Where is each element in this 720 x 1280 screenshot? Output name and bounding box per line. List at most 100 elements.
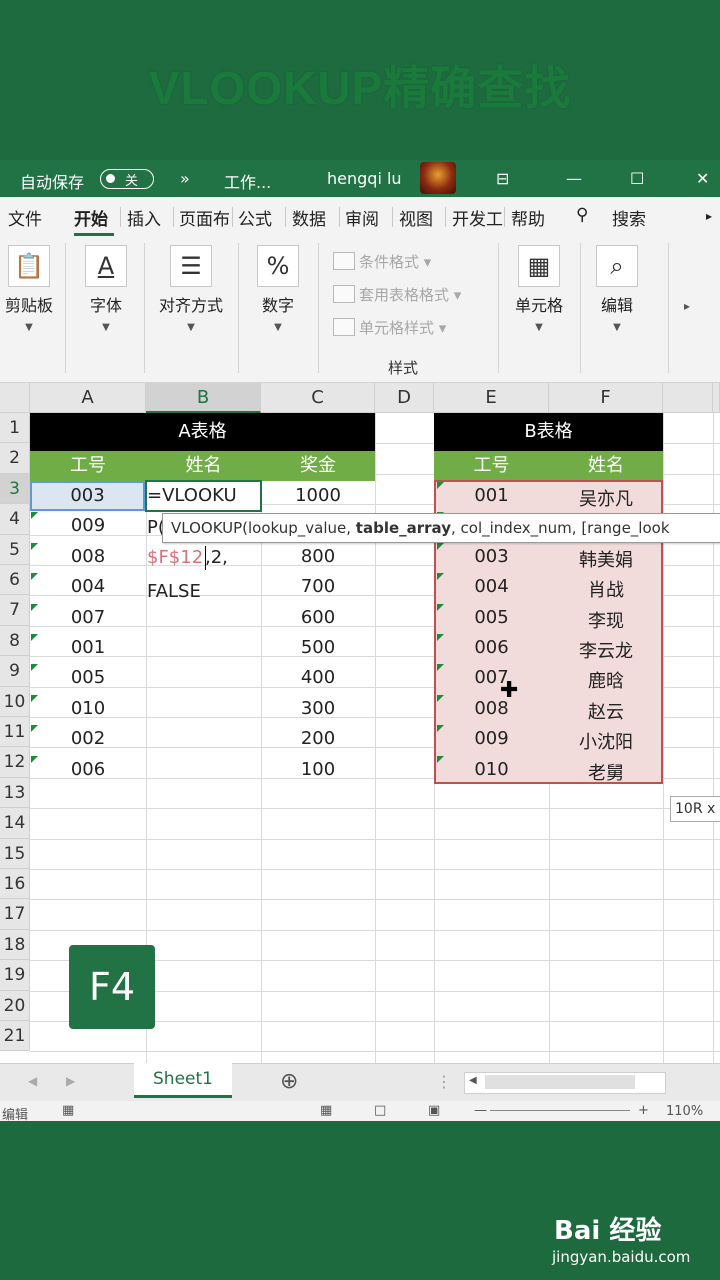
column-header-c[interactable]: C [261, 383, 375, 413]
table-b-name-cell[interactable]: 鹿晗 [549, 667, 663, 693]
row-header[interactable]: 10 [0, 686, 30, 717]
table-b-id-cell[interactable]: 007 [434, 667, 549, 688]
table-b-id-cell[interactable]: 008 [434, 698, 549, 719]
table-b-id-cell[interactable]: 001 [434, 485, 549, 506]
tab-formulas[interactable]: 公式 [238, 205, 272, 230]
ribbon-scroll-right-icon[interactable]: ▸ [684, 299, 690, 313]
row-header[interactable]: 18 [0, 929, 30, 961]
user-name[interactable]: hengqi lu [327, 169, 402, 188]
table-b-id-cell[interactable]: 010 [434, 759, 549, 780]
function-argument-tooltip[interactable]: VLOOKUP(lookup_value, table_array, col_i… [162, 513, 720, 543]
table-a-id-cell[interactable]: 009 [30, 515, 146, 536]
row-header[interactable]: 12 [0, 747, 30, 778]
tab-insert[interactable]: 插入 [127, 205, 161, 230]
column-header-e[interactable]: E [434, 383, 549, 413]
row-header[interactable]: 11 [0, 717, 30, 748]
table-b-name-cell[interactable]: 李现 [549, 607, 663, 633]
table-b-name-cell[interactable]: 韩美娟 [549, 546, 663, 572]
zoom-out-icon[interactable]: — [474, 1103, 487, 1118]
cells-group[interactable]: ▦ 单元格 ▼ [508, 237, 570, 333]
table-a-id-cell[interactable]: 002 [30, 728, 146, 749]
sheet-tab-sheet1[interactable]: Sheet1 [134, 1063, 232, 1098]
table-a-id-cell[interactable]: 008 [30, 546, 146, 567]
tell-me-search[interactable]: 搜索 [612, 205, 646, 230]
tab-view[interactable]: 视图 [399, 205, 433, 230]
table-b-id-cell[interactable]: 004 [434, 576, 549, 597]
autosave-toggle[interactable]: 关 [100, 169, 154, 189]
row-header[interactable]: 4 [0, 504, 30, 535]
close-icon[interactable]: ✕ [696, 169, 709, 188]
table-a-bonus-cell[interactable]: 1000 [261, 485, 375, 506]
prev-sheet-icon[interactable]: ◀ [28, 1074, 37, 1088]
file-name[interactable]: 工作... [224, 169, 271, 193]
table-b-name-cell[interactable]: 赵云 [549, 698, 663, 724]
table-b-id-cell[interactable]: 006 [434, 637, 549, 658]
add-sheet-icon[interactable]: ⊕ [280, 1069, 298, 1094]
table-b-name-cell[interactable]: 小沈阳 [549, 728, 663, 754]
row-header[interactable]: 8 [0, 625, 30, 657]
table-a-id-cell[interactable]: 007 [30, 607, 146, 628]
row-header[interactable]: 16 [0, 869, 30, 900]
table-a-id-cell[interactable]: 005 [30, 667, 146, 688]
column-header-d[interactable]: D [375, 383, 434, 413]
editing-group[interactable]: ⌕ 编辑 ▼ [590, 237, 644, 333]
table-a-bonus-cell[interactable]: 500 [261, 637, 375, 658]
tab-page-layout[interactable]: 页面布 [179, 205, 230, 230]
zoom-level[interactable]: 110% [666, 1104, 703, 1119]
table-a-bonus-cell[interactable]: 100 [261, 759, 375, 780]
scrollbar-thumb[interactable] [485, 1075, 635, 1089]
macro-record-icon[interactable]: ▦ [62, 1103, 74, 1118]
table-a-id-cell[interactable]: 010 [30, 698, 146, 719]
row-header[interactable]: 19 [0, 960, 30, 991]
next-sheet-icon[interactable]: ▶ [66, 1074, 75, 1088]
table-a-bonus-cell[interactable]: 400 [261, 667, 375, 688]
row-header[interactable]: 14 [0, 808, 30, 839]
table-b-name-cell[interactable]: 肖战 [549, 576, 663, 602]
tab-review[interactable]: 审阅 [345, 205, 379, 230]
alignment-group[interactable]: ☰ 对齐方式 ▼ [152, 237, 230, 333]
row-header[interactable]: 1 [0, 413, 30, 444]
tabs-scroll-right-icon[interactable]: ▸ [706, 209, 712, 223]
table-b-name-cell[interactable]: 老舅 [549, 759, 663, 785]
ribbon-display-icon[interactable]: ⊟ [496, 169, 509, 188]
row-header[interactable]: 13 [0, 777, 30, 809]
zoom-slider[interactable] [490, 1110, 630, 1111]
user-avatar[interactable] [420, 162, 456, 194]
qat-more-icon[interactable]: » [180, 169, 190, 188]
row-header[interactable]: 5 [0, 534, 30, 565]
page-layout-view-icon[interactable]: □ [374, 1103, 386, 1118]
table-b-id-cell[interactable]: 003 [434, 546, 549, 567]
number-group[interactable]: % 数字 ▼ [250, 237, 306, 333]
tab-home[interactable]: 开始 [74, 205, 108, 230]
search-icon[interactable]: ⚲ [576, 205, 588, 225]
row-header[interactable]: 2 [0, 443, 30, 474]
table-a-bonus-cell[interactable]: 800 [261, 546, 375, 567]
table-a-bonus-cell[interactable]: 300 [261, 698, 375, 719]
scroll-left-icon[interactable]: ◀ [469, 1075, 477, 1086]
clipboard-group[interactable]: 📋 剪贴板 ▼ [0, 237, 58, 333]
row-header[interactable]: 6 [0, 565, 30, 596]
horizontal-scrollbar[interactable]: ◀ [464, 1072, 666, 1094]
conditional-formatting-button[interactable]: 条件格式 ▾ [333, 251, 431, 272]
column-header-f[interactable]: F [549, 383, 663, 413]
table-b-name-cell[interactable]: 吴亦凡 [549, 485, 663, 511]
table-a-bonus-cell[interactable]: 700 [261, 576, 375, 597]
column-header-a[interactable]: A [30, 383, 146, 413]
table-a-id-cell[interactable]: 006 [30, 759, 146, 780]
zoom-in-icon[interactable]: + [638, 1103, 649, 1118]
table-b-name-cell[interactable]: 李云龙 [549, 637, 663, 663]
row-header[interactable]: 9 [0, 656, 30, 687]
table-a-bonus-cell[interactable]: 600 [261, 607, 375, 628]
row-header[interactable]: 20 [0, 990, 30, 1021]
tab-help[interactable]: 帮助 [511, 205, 545, 230]
row-header[interactable]: 7 [0, 595, 30, 626]
minimize-icon[interactable]: — [566, 169, 582, 188]
table-a-bonus-cell[interactable]: 200 [261, 728, 375, 749]
table-a-id-cell[interactable]: 004 [30, 576, 146, 597]
tab-developer[interactable]: 开发工 [452, 205, 503, 230]
vertical-scrollbar[interactable] [713, 383, 720, 413]
row-header[interactable]: 21 [0, 1021, 30, 1052]
column-header-g[interactable] [663, 383, 713, 413]
format-as-table-button[interactable]: 套用表格格式 ▾ [333, 284, 461, 305]
table-a-id-cell[interactable]: 001 [30, 637, 146, 658]
